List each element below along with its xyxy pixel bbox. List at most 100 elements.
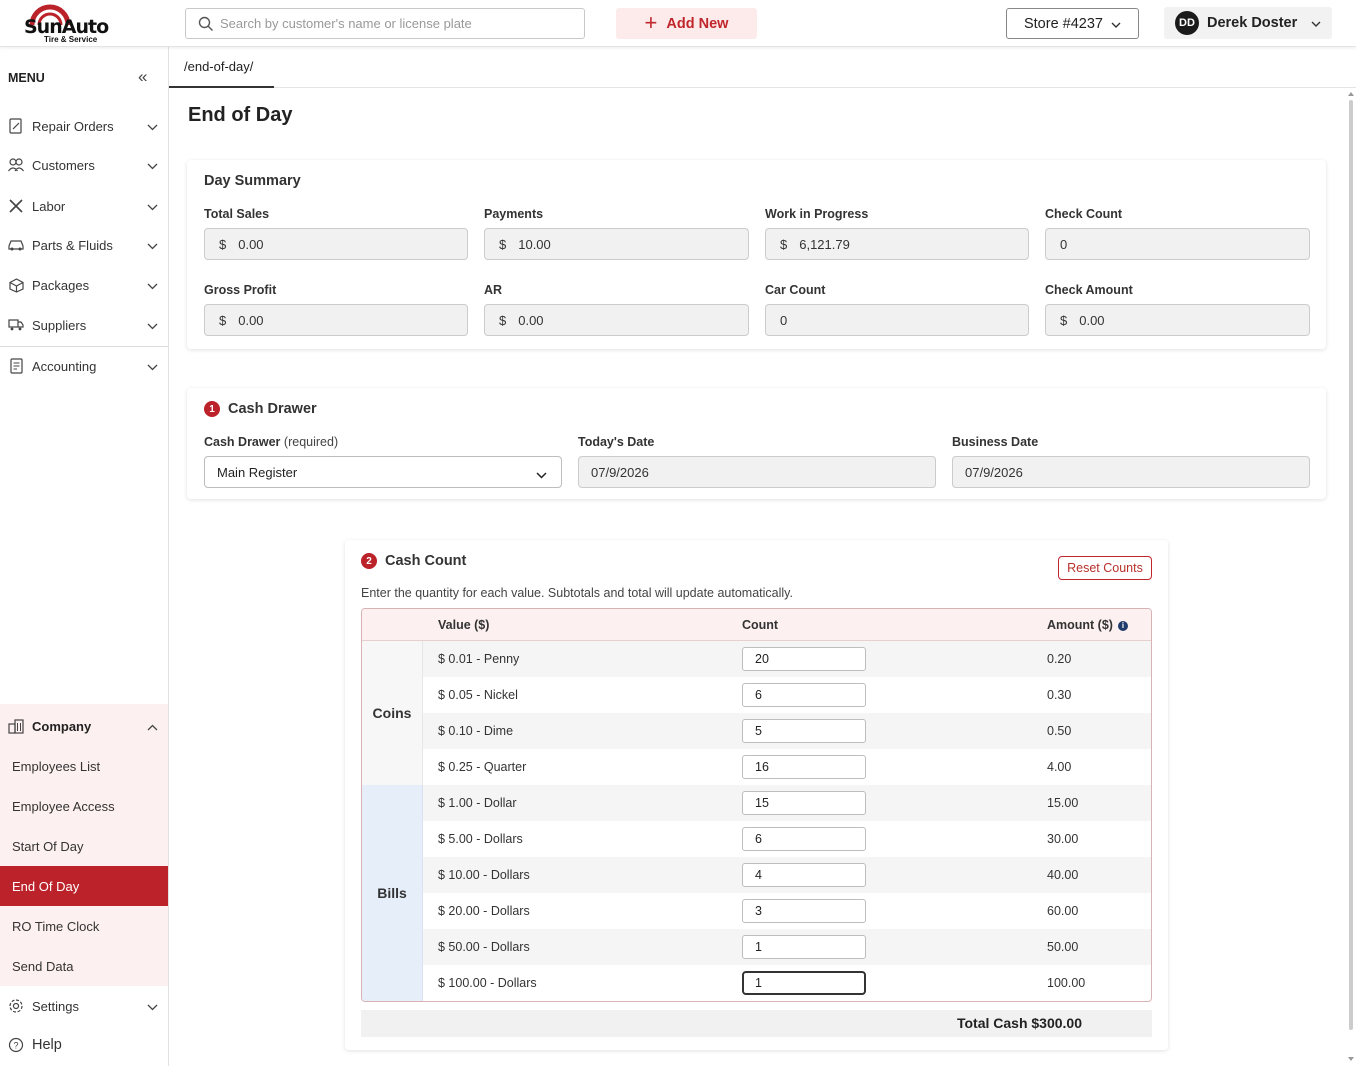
avatar: DD (1175, 11, 1199, 35)
sidebar-item-settings[interactable]: Settings (0, 986, 168, 1026)
count-input[interactable] (742, 863, 866, 887)
todays-date-field: 07/9/2026 (578, 456, 936, 488)
sidebar-subitem-employees-list[interactable]: Employees List (0, 746, 168, 786)
sidebar-item-help[interactable]: ? Help (0, 1025, 168, 1065)
search-input[interactable] (220, 9, 575, 38)
user-name: Derek Doster (1207, 15, 1298, 31)
denomination: $ 100.00 - Dollars (438, 976, 537, 990)
cash-drawer-select[interactable]: Main Register (204, 456, 562, 488)
amount: 50.00 (1047, 940, 1079, 954)
cash-count-table: Value ($) Count Amount ($) i Coins Bills … (361, 608, 1152, 1002)
sidebar-item-company[interactable]: Company (0, 706, 168, 746)
sidebar-subitem-end-of-day[interactable]: End Of Day (0, 866, 168, 906)
scroll-up-icon[interactable] (1348, 92, 1354, 96)
add-new-button[interactable]: + Add New (616, 8, 757, 39)
sidebar-subitem-start-of-day[interactable]: Start Of Day (0, 826, 168, 866)
table-row: $ 5.00 - Dollars 30.00 (423, 821, 1151, 857)
table-row: $ 0.01 - Penny 0.20 (423, 641, 1151, 677)
denomination: $ 0.25 - Quarter (438, 760, 527, 774)
cash-count-hint: Enter the quantity for each value. Subto… (361, 586, 793, 600)
sidebar-item-label: Packages (32, 277, 90, 293)
sidebar-item-label: Help (32, 1037, 62, 1053)
gear-icon (8, 998, 24, 1014)
box-icon (8, 277, 24, 293)
payments-field: $10.00 (484, 228, 749, 260)
work-in-progress-label: Work in Progress (765, 207, 869, 221)
payments-label: Payments (484, 207, 544, 221)
table-row: $ 1.00 - Dollar 15.00 (423, 785, 1151, 821)
info-icon[interactable]: i (1117, 620, 1128, 631)
sidebar-item-label: Customers (32, 157, 95, 173)
add-new-label: Add New (666, 15, 729, 32)
chevron-down-icon (147, 359, 158, 374)
sidebar-item-customers[interactable]: Customers (0, 145, 168, 185)
sidebar-item-repair-orders[interactable]: Repair Orders (0, 106, 168, 146)
total-sales-label: Total Sales (204, 207, 270, 221)
search-box[interactable] (185, 8, 585, 39)
brand-logo[interactable]: SunAuto Tire & Service (22, 3, 112, 45)
reset-counts-button[interactable]: Reset Counts (1058, 556, 1152, 580)
menu-heading: MENU (8, 71, 45, 85)
business-date-label: Business Date (952, 435, 1039, 449)
plus-icon: + (644, 9, 658, 35)
building-icon (8, 718, 24, 734)
count-input[interactable] (742, 647, 866, 671)
check-amount-label: Check Amount (1045, 283, 1133, 297)
amount: 100.00 (1047, 976, 1086, 990)
count-input[interactable] (742, 755, 866, 779)
sidebar-item-packages[interactable]: Packages (0, 265, 168, 305)
sidebar: MENU « Repair Orders Customers Labor Par… (0, 47, 169, 1066)
sidebar-subitem-send-data[interactable]: Send Data (0, 946, 168, 986)
count-input[interactable] (742, 719, 866, 743)
tab-end-of-day[interactable]: /end-of-day/ (169, 47, 274, 88)
sidebar-item-accounting[interactable]: Accounting (0, 346, 168, 386)
sidebar-subitem-employee-access[interactable]: Employee Access (0, 786, 168, 826)
count-input[interactable] (742, 791, 866, 815)
denomination: $ 1.00 - Dollar (438, 796, 517, 810)
step-badge: 1 (204, 401, 220, 417)
sidebar-item-label: Parts & Fluids (32, 237, 113, 253)
table-row: $ 100.00 - Dollars 100.00 (423, 965, 1151, 1001)
amount: 0.30 (1047, 688, 1072, 702)
car-count-field: 0 (765, 304, 1029, 336)
store-label: Store #4237 (1023, 15, 1103, 32)
car-icon (8, 237, 24, 253)
chevron-down-icon (147, 158, 158, 173)
chevron-down-icon (147, 318, 158, 333)
amount: 0.20 (1047, 652, 1072, 666)
table-row: $ 0.10 - Dime 0.50 (423, 713, 1151, 749)
collapse-sidebar-icon[interactable]: « (138, 67, 147, 87)
amount: 40.00 (1047, 868, 1079, 882)
sidebar-item-labor[interactable]: Labor (0, 186, 168, 226)
denomination: $ 10.00 - Dollars (438, 868, 530, 882)
svg-text:?: ? (13, 1041, 18, 1051)
sidebar-item-suppliers[interactable]: Suppliers (0, 305, 168, 345)
chevron-down-icon (147, 119, 158, 134)
chevron-down-icon (147, 999, 158, 1014)
scrollbar-thumb[interactable] (1349, 100, 1353, 1030)
denomination: $ 50.00 - Dollars (438, 940, 530, 954)
day-summary-title: Day Summary (204, 173, 301, 189)
cash-drawer-value: Main Register (217, 464, 298, 480)
scroll-down-icon[interactable] (1348, 1057, 1354, 1061)
ar-label: AR (484, 283, 503, 297)
count-input[interactable] (742, 971, 866, 995)
sidebar-item-label: Company (32, 718, 92, 734)
brand-tagline: Tire & Service (44, 35, 98, 44)
bills-group-label: Bills (362, 785, 423, 1001)
count-input[interactable] (742, 683, 866, 707)
table-row: $ 10.00 - Dollars 40.00 (423, 857, 1151, 893)
store-selector[interactable]: Store #4237 (1006, 8, 1139, 39)
cash-drawer-title: 1 Cash Drawer (204, 401, 317, 417)
sidebar-subitem-ro-time-clock[interactable]: RO Time Clock (0, 906, 168, 946)
header-count: Count (742, 618, 779, 632)
scrollbar[interactable] (1345, 88, 1356, 1066)
count-input[interactable] (742, 899, 866, 923)
sidebar-item-parts-fluids[interactable]: Parts & Fluids (0, 225, 168, 265)
chevron-down-icon (1311, 15, 1321, 31)
chevron-down-icon (1111, 16, 1121, 32)
count-input[interactable] (742, 827, 866, 851)
user-menu[interactable]: DD Derek Doster (1164, 7, 1332, 39)
amount: 60.00 (1047, 904, 1079, 918)
count-input[interactable] (742, 935, 866, 959)
